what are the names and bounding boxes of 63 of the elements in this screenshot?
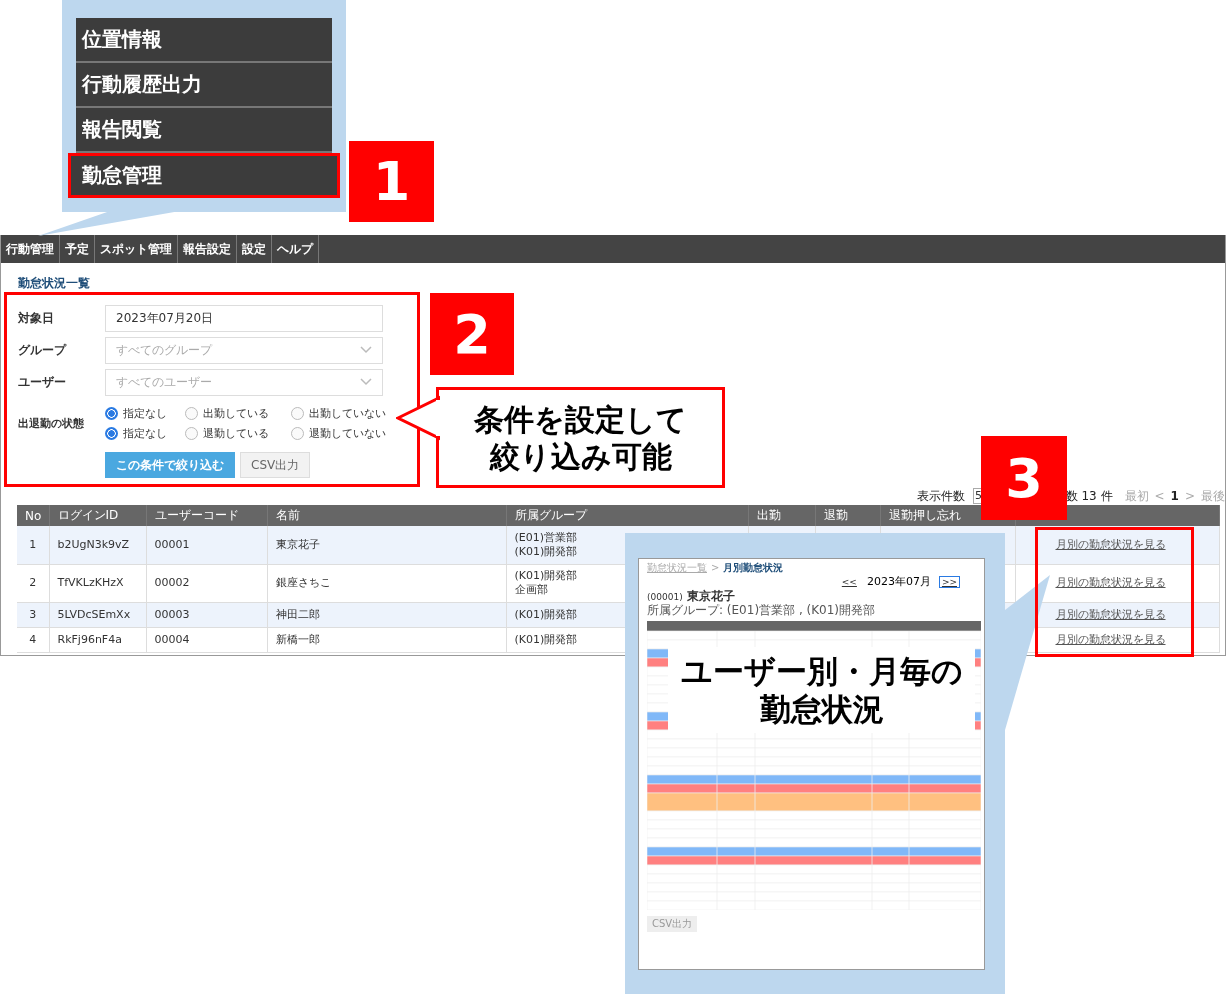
table-cell: 00004: [146, 627, 267, 652]
field-label: グループ: [18, 341, 68, 359]
table-cell: 神田二郎: [267, 602, 506, 627]
monthly-status-link[interactable]: 月別の勤怠状況を見る: [1055, 607, 1166, 621]
table-cell: 00002: [146, 564, 267, 602]
month-label: 2023年07月: [866, 574, 931, 589]
column-header: 所属グループ: [506, 505, 748, 526]
column-header: 名前: [267, 505, 506, 526]
table-cell: 00001: [146, 526, 267, 564]
user-code: (00001): [647, 591, 683, 604]
column-header: ユーザーコード: [146, 505, 267, 526]
menu-item[interactable]: 報告閲覧: [76, 108, 332, 153]
field-label: ユーザー: [18, 373, 67, 391]
per-page-label: 表示件数: [917, 487, 965, 505]
nav-item[interactable]: 設定: [237, 235, 272, 263]
field-label: 対象日: [18, 309, 55, 327]
callout-note: 条件を設定して絞り込み可能: [436, 387, 725, 488]
radio-option[interactable]: 退勤していない: [291, 425, 403, 441]
column-header: No: [17, 505, 49, 526]
chevron-down-icon: [360, 378, 372, 386]
table-cell: 00003: [146, 602, 267, 627]
table-cell: 銀座さちこ: [267, 564, 506, 602]
prev-month-link[interactable]: <<: [839, 576, 859, 587]
column-header: 退勤: [815, 505, 880, 526]
page-title: 勤怠状況一覧: [18, 275, 91, 292]
radio-option[interactable]: 出勤している: [185, 405, 285, 421]
breadcrumb-separator: >: [711, 562, 720, 574]
monthly-status-link[interactable]: 月別の勤怠状況を見る: [1055, 537, 1166, 551]
table-cell: 5LVDcSEmXx: [49, 602, 146, 627]
column-header: 出勤: [748, 505, 815, 526]
table-cell: 1: [17, 526, 49, 564]
radio-option[interactable]: 指定なし: [105, 425, 179, 441]
page-link[interactable]: 1: [1170, 489, 1179, 503]
menu-item[interactable]: 行動履歴出力: [76, 63, 332, 108]
radio-option[interactable]: 指定なし: [105, 405, 179, 421]
nav-item[interactable]: スポット管理: [95, 235, 178, 263]
total-count: 数 13 件: [1065, 487, 1113, 505]
step-badge: 3: [981, 436, 1067, 520]
nav-item[interactable]: 予定: [60, 235, 95, 263]
nav-item[interactable]: 報告設定: [178, 235, 237, 263]
monthly-status-link[interactable]: 月別の勤怠状況を見る: [1055, 632, 1166, 646]
menu-item[interactable]: 勤怠管理: [68, 153, 340, 198]
monthly-status-link[interactable]: 月別の勤怠状況を見る: [1055, 576, 1166, 589]
radio-option[interactable]: 退勤している: [185, 425, 285, 441]
table-cell: 東京花子: [267, 526, 506, 564]
table-cell: 4: [17, 627, 49, 652]
csv-button[interactable]: CSV出力: [240, 452, 311, 478]
table-cell: 新橋一郎: [267, 627, 506, 652]
table-cell: b2UgN3k9vZ: [49, 526, 146, 564]
date-field[interactable]: 2023年07月20日: [105, 304, 383, 332]
chevron-down-icon: [360, 346, 372, 354]
nav-item[interactable]: ヘルプ: [272, 235, 319, 263]
column-header: ログインID: [49, 505, 146, 526]
step-badge: 2: [430, 293, 514, 375]
table-cell: 3: [17, 602, 49, 627]
user-name: 東京花子: [686, 589, 735, 603]
table-cell: 2: [17, 564, 49, 602]
table-cell: RkFj96nF4a: [49, 627, 146, 652]
next-month-button[interactable]: >>: [938, 575, 960, 588]
field-label: 出退勤の状態: [18, 415, 85, 431]
menu-item[interactable]: 位置情報: [76, 18, 332, 63]
table-cell: TfVKLzKHzX: [49, 564, 146, 602]
step-badge: 1: [349, 141, 434, 222]
